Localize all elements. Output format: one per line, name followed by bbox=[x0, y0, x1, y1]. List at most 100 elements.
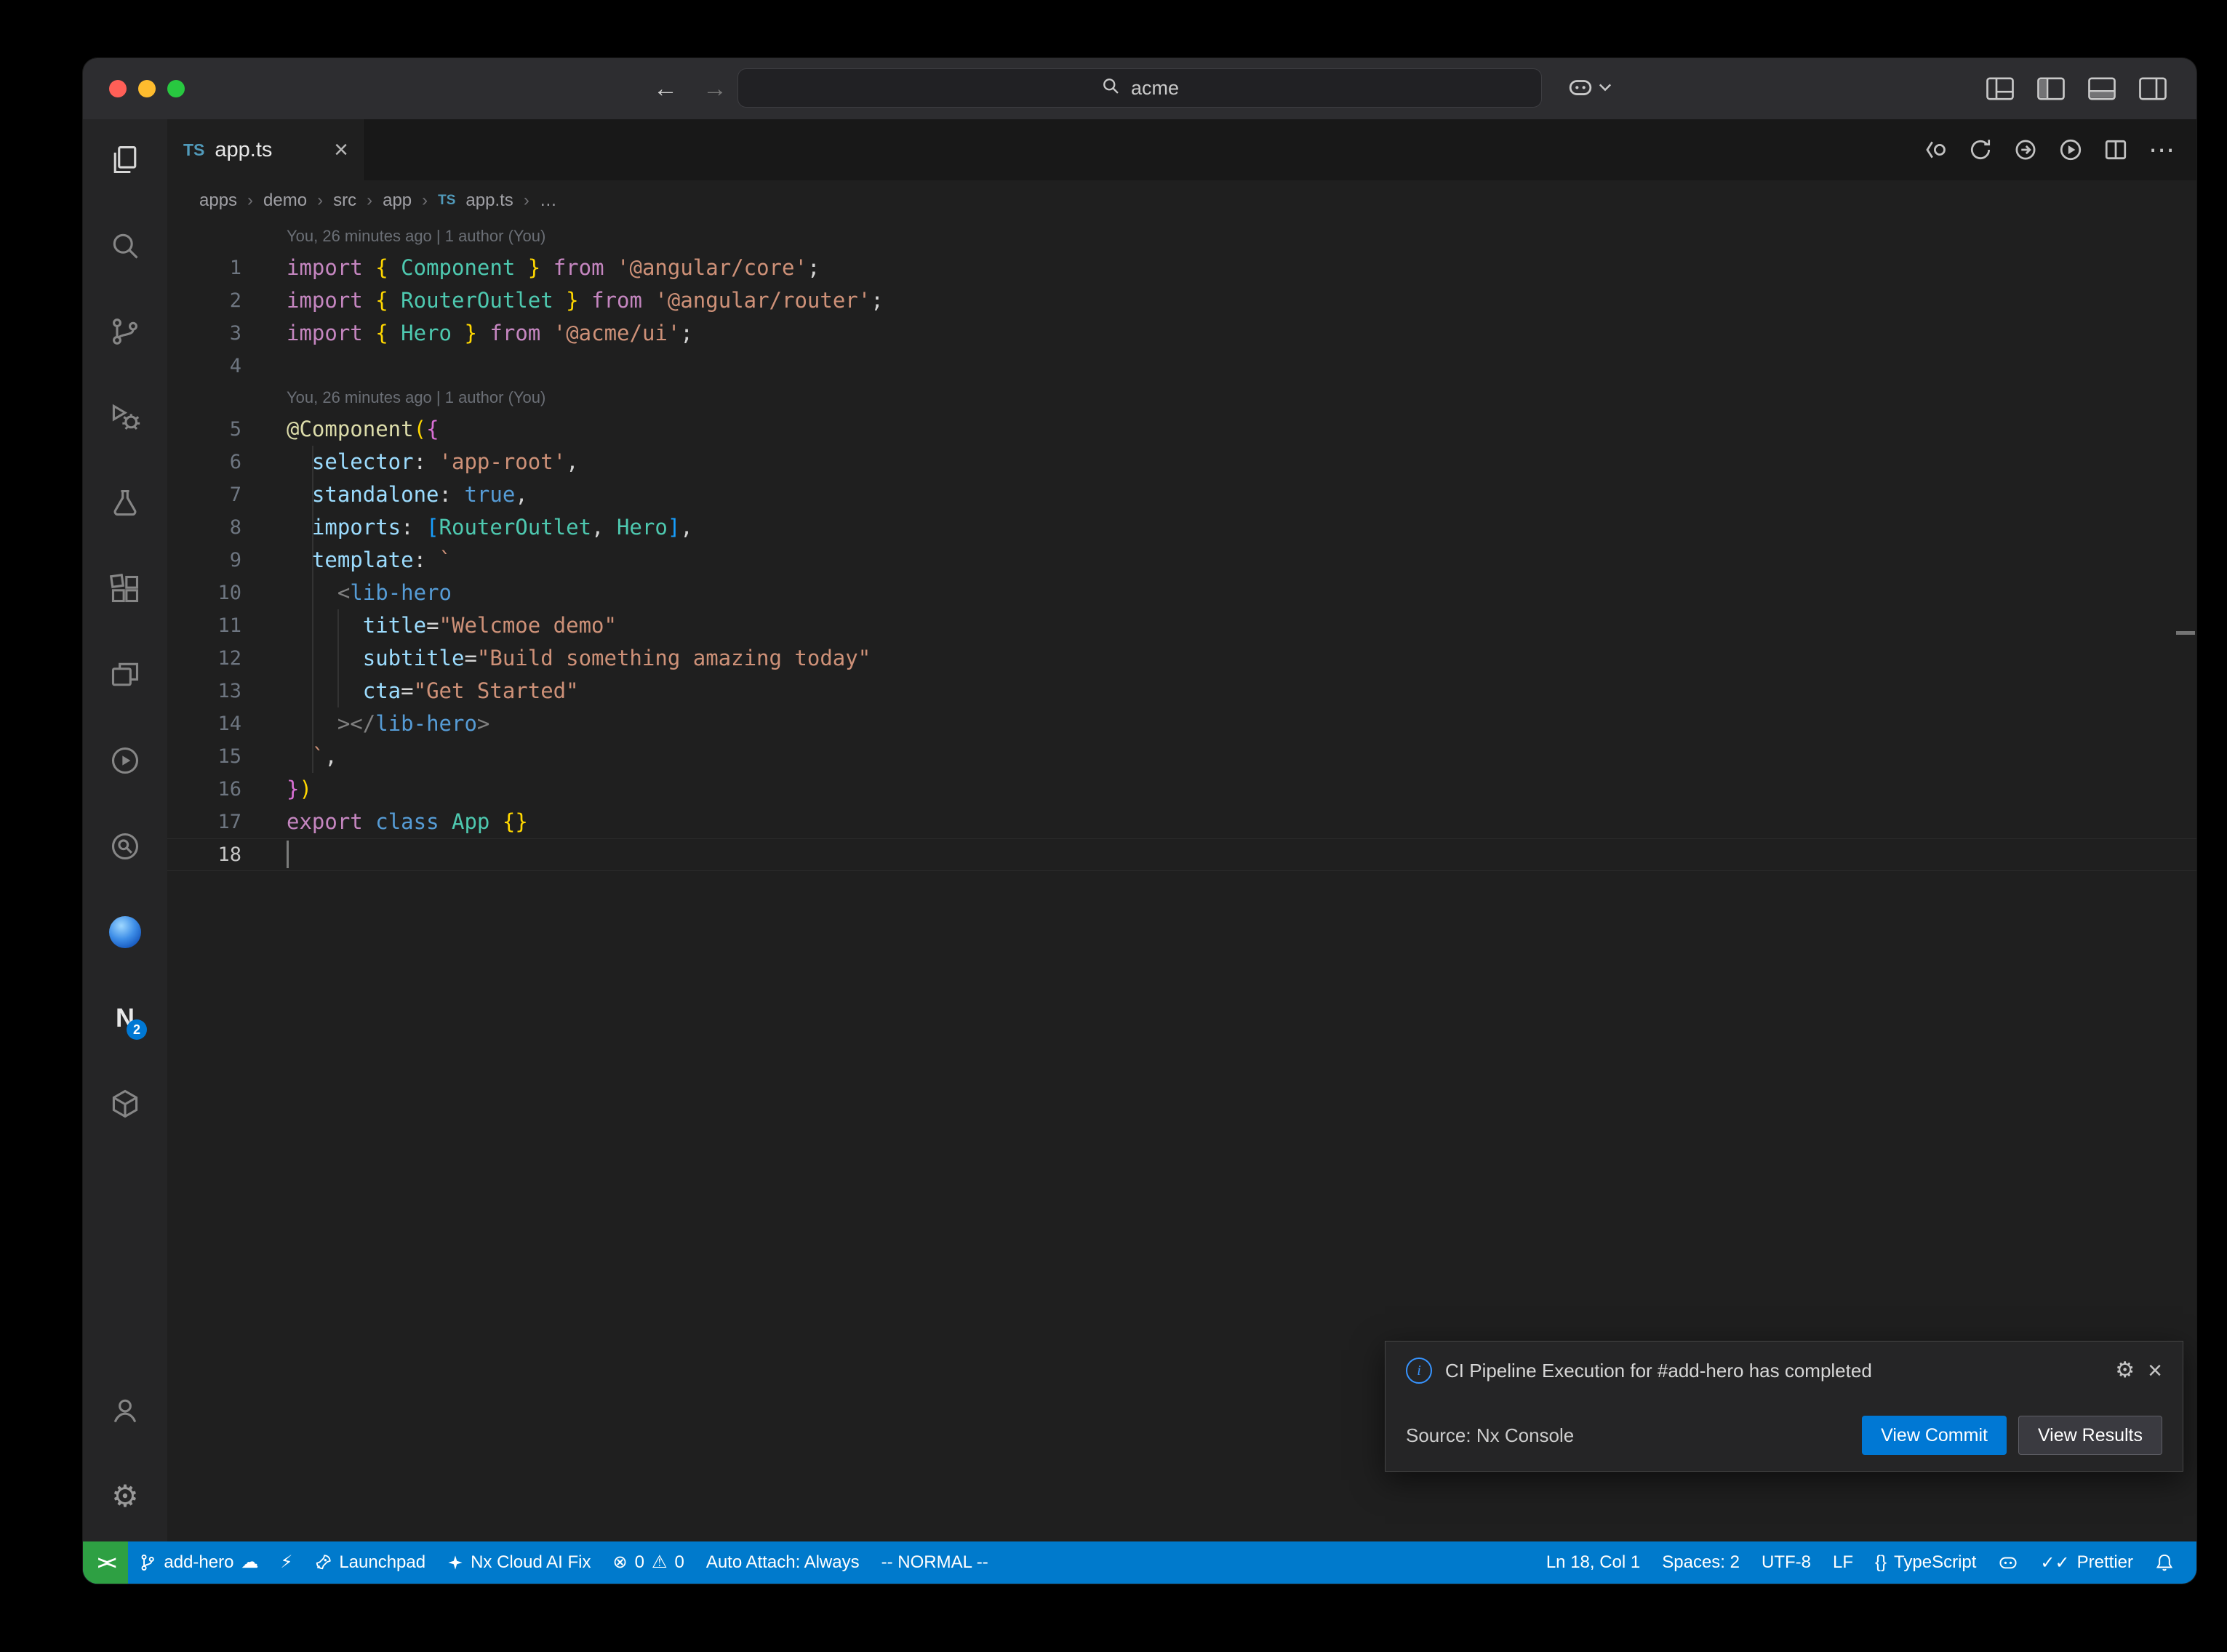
indentation-item[interactable]: Spaces: 2 bbox=[1651, 1541, 1751, 1584]
vim-mode-item[interactable]: -- NORMAL -- bbox=[871, 1541, 999, 1584]
open-changes-icon[interactable] bbox=[1923, 137, 1948, 162]
minimize-window-button[interactable] bbox=[138, 80, 156, 97]
blame-annotation: You, 26 minutes ago | 1 author (You) bbox=[167, 221, 2196, 252]
code-text: @Component({ bbox=[287, 413, 439, 446]
toggle-secondary-sidebar-icon[interactable] bbox=[2138, 76, 2167, 101]
notifications-bell-item[interactable] bbox=[2144, 1541, 2185, 1584]
main-area: N 2 ⚙ TS app.t bbox=[83, 119, 2196, 1541]
code-text: standalone: true, bbox=[287, 478, 528, 511]
back-icon[interactable]: ← bbox=[653, 75, 678, 103]
close-tab-icon[interactable]: × bbox=[334, 137, 348, 162]
remote-explorer-icon[interactable] bbox=[109, 659, 141, 691]
connect-item[interactable]: ⚡ bbox=[269, 1541, 303, 1584]
search-value: acme bbox=[1131, 77, 1179, 100]
settings-gear-icon[interactable]: ⚙ bbox=[109, 1480, 141, 1512]
copilot-status-item[interactable] bbox=[1987, 1541, 2029, 1584]
command-center-search[interactable]: acme bbox=[737, 68, 1542, 108]
code-line[interactable]: 18 bbox=[167, 838, 2196, 871]
line-number: 9 bbox=[167, 544, 287, 577]
more-actions-icon[interactable]: ⋯ bbox=[2148, 137, 2175, 163]
toggle-panel-icon[interactable] bbox=[2087, 76, 2116, 101]
tab-app-ts[interactable]: TS app.ts × bbox=[167, 119, 365, 180]
cursor-position-item[interactable]: Ln 18, Col 1 bbox=[1535, 1541, 1651, 1584]
testing-icon[interactable] bbox=[109, 487, 141, 519]
code-line[interactable]: 15 `, bbox=[167, 740, 2196, 773]
nx-badge: 2 bbox=[127, 1019, 147, 1040]
code-line[interactable]: 16}) bbox=[167, 773, 2196, 806]
code-line[interactable]: 8 imports: [RouterOutlet, Hero], bbox=[167, 511, 2196, 544]
notification-settings-gear-icon[interactable]: ⚙ bbox=[2115, 1360, 2135, 1382]
encoding-item[interactable]: UTF-8 bbox=[1751, 1541, 1822, 1584]
eol-item[interactable]: LF bbox=[1822, 1541, 1864, 1584]
chevron-right-icon: › bbox=[422, 191, 428, 211]
text-cursor bbox=[287, 841, 289, 868]
close-window-button[interactable] bbox=[109, 80, 127, 97]
language-mode-item[interactable]: {} TypeScript bbox=[1864, 1541, 1987, 1584]
run-forward-icon[interactable] bbox=[2013, 137, 2038, 162]
code-line[interactable]: 12 subtitle="Build something amazing tod… bbox=[167, 642, 2196, 675]
chevron-right-icon: › bbox=[317, 191, 323, 211]
code-line[interactable]: 14 ></lib-hero> bbox=[167, 707, 2196, 740]
breadcrumb-item-apps[interactable]: apps bbox=[199, 191, 237, 211]
split-editor-icon[interactable] bbox=[2103, 137, 2128, 162]
nx-cloud-item[interactable]: Nx Cloud AI Fix bbox=[436, 1541, 601, 1584]
run-circle-icon[interactable] bbox=[109, 745, 141, 777]
history-nav: ← → bbox=[653, 58, 727, 119]
zoom-window-button[interactable] bbox=[167, 80, 185, 97]
search-view-icon[interactable] bbox=[109, 230, 141, 262]
customize-layout-icon[interactable] bbox=[1986, 76, 2015, 101]
blame-annotation: You, 26 minutes ago | 1 author (You) bbox=[167, 382, 2196, 413]
run-debug-icon[interactable] bbox=[109, 401, 141, 433]
breadcrumb-item-file[interactable]: app.ts bbox=[465, 191, 513, 211]
breadcrumb: apps › demo › src › app › TS app.ts › … bbox=[167, 180, 2196, 221]
breadcrumb-item-demo[interactable]: demo bbox=[263, 191, 307, 211]
code-text: imports: [RouterOutlet, Hero], bbox=[287, 511, 693, 544]
sync-icon[interactable] bbox=[1968, 137, 1993, 162]
copilot-menu[interactable] bbox=[1568, 58, 1612, 119]
code-text: export class App {} bbox=[287, 806, 528, 838]
line-number: 6 bbox=[167, 446, 287, 478]
run-file-icon[interactable] bbox=[2058, 137, 2083, 162]
code-line[interactable]: 6 selector: 'app-root', bbox=[167, 446, 2196, 478]
package-cube-icon[interactable] bbox=[109, 1088, 141, 1120]
problems-item[interactable]: ⊗ 0 ⚠ 0 bbox=[601, 1541, 695, 1584]
toggle-primary-sidebar-icon[interactable] bbox=[2036, 76, 2066, 101]
code-line[interactable]: 7 standalone: true, bbox=[167, 478, 2196, 511]
forward-icon[interactable]: → bbox=[703, 75, 727, 103]
code-line[interactable]: 10 <lib-hero bbox=[167, 577, 2196, 609]
extensions-icon[interactable] bbox=[109, 573, 141, 605]
account-icon[interactable] bbox=[109, 1395, 141, 1427]
nx-console-icon[interactable]: N 2 bbox=[109, 1002, 141, 1034]
breadcrumb-item-app[interactable]: app bbox=[383, 191, 412, 211]
indent-guide bbox=[312, 446, 313, 773]
circle-search-icon[interactable] bbox=[109, 830, 141, 862]
explorer-icon[interactable] bbox=[109, 144, 141, 176]
code-line[interactable]: 13 cta="Get Started" bbox=[167, 675, 2196, 707]
code-line[interactable]: 5@Component({ bbox=[167, 413, 2196, 446]
edge-devtools-icon[interactable] bbox=[109, 916, 141, 948]
source-control-icon[interactable] bbox=[109, 316, 141, 348]
formatter-item[interactable]: ✓✓ Prettier bbox=[2029, 1541, 2144, 1584]
code-line[interactable]: 11 title="Welcmoe demo" bbox=[167, 609, 2196, 642]
code-line[interactable]: 2import { RouterOutlet } from '@angular/… bbox=[167, 284, 2196, 317]
git-branch-item[interactable]: add-hero ☁ bbox=[128, 1541, 269, 1584]
notification-close-icon[interactable]: × bbox=[2148, 1358, 2162, 1383]
remote-indicator[interactable]: >< bbox=[83, 1541, 128, 1584]
code-line[interactable]: 4 bbox=[167, 350, 2196, 382]
view-commit-button[interactable]: View Commit bbox=[1862, 1416, 2007, 1455]
code-line[interactable]: 9 template: ` bbox=[167, 544, 2196, 577]
line-number: 5 bbox=[167, 413, 287, 446]
code-line[interactable]: 3import { Hero } from '@acme/ui'; bbox=[167, 317, 2196, 350]
notification-source: Source: Nx Console bbox=[1406, 1424, 1574, 1447]
copilot-icon bbox=[1998, 1553, 2018, 1572]
view-results-button[interactable]: View Results bbox=[2018, 1416, 2162, 1455]
warning-icon: ⚠ bbox=[652, 1554, 668, 1571]
auto-attach-item[interactable]: Auto Attach: Always bbox=[695, 1541, 871, 1584]
copilot-icon bbox=[1568, 75, 1593, 103]
launchpad-item[interactable]: Launchpad bbox=[303, 1541, 436, 1584]
titlebar: ← → acme bbox=[83, 58, 2196, 119]
code-line[interactable]: 1import { Component } from '@angular/cor… bbox=[167, 252, 2196, 284]
breadcrumb-item-symbol[interactable]: … bbox=[540, 191, 557, 211]
breadcrumb-item-src[interactable]: src bbox=[333, 191, 356, 211]
code-line[interactable]: 17export class App {} bbox=[167, 806, 2196, 838]
